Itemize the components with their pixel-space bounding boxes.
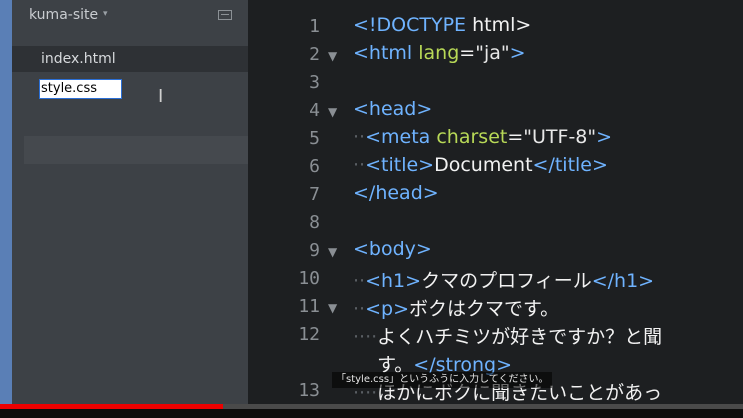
code-token: <h1> <box>365 270 422 292</box>
code-line[interactable]: 3 <box>248 69 743 97</box>
code-text: ····よくハチミツが好きですか？と聞 <box>353 322 662 349</box>
line-number: 11 <box>298 296 320 317</box>
line-number: 1 <box>309 16 320 37</box>
code-text: </head> <box>353 182 439 204</box>
file-item-index-html[interactable]: index.html <box>12 46 248 72</box>
code-token: lang <box>418 42 460 64</box>
code-token: "ja" <box>475 42 510 64</box>
project-dropdown-icon[interactable]: ▾ <box>103 9 108 19</box>
line-number: 12 <box>298 324 320 345</box>
project-header[interactable]: kuma-site ▾ <box>12 0 248 32</box>
code-text: <head> <box>353 98 432 120</box>
indent-guide: ···· <box>353 326 378 348</box>
code-line[interactable]: 1 <!DOCTYPE html> <box>248 13 743 41</box>
left-edge-strip <box>0 0 12 418</box>
empty-file-row <box>24 136 248 164</box>
code-token: "UTF-8" <box>523 126 597 148</box>
project-sidebar: kuma-site ▾ index.html style.css I <box>12 0 248 418</box>
code-token: </head> <box>353 182 439 204</box>
code-token: <!DOCTYPE <box>353 14 467 36</box>
line-number: 9 <box>309 240 320 261</box>
code-text: <!DOCTYPE html> <box>353 14 531 36</box>
code-token: charset <box>436 126 508 148</box>
collapse-sidebar-icon[interactable] <box>218 10 232 20</box>
code-line[interactable]: 7 </head> <box>248 181 743 209</box>
line-number: 4 <box>309 100 320 121</box>
line-number: 6 <box>309 156 320 177</box>
code-token: = <box>507 126 524 148</box>
code-token: </title> <box>532 154 608 176</box>
code-token: よくハチミツが好きですか？と聞 <box>377 326 663 348</box>
text-cursor-icon: I <box>158 86 164 107</box>
code-text: ··<p>ボクはクマです。 <box>353 294 559 321</box>
line-number: 2 <box>309 44 320 65</box>
code-text: ··<meta charset="UTF-8"> <box>353 126 612 148</box>
code-line[interactable]: 10 ··<h1>クマのプロフィール</h1> <box>248 265 743 293</box>
code-line[interactable]: 11 ▼ ··<p>ボクはクマです。 <box>248 293 743 321</box>
video-subtitle: 「style.css」というふうに入力してください。 <box>332 372 553 388</box>
rename-file-input[interactable]: style.css <box>39 79 122 99</box>
code-line[interactable]: 9 ▼ <body> <box>248 237 743 265</box>
fold-arrow-icon[interactable]: ▼ <box>328 245 337 259</box>
code-token: <meta <box>365 126 431 148</box>
indent-guide: ·· <box>353 126 366 148</box>
code-token: <body> <box>353 238 432 260</box>
code-line[interactable]: 12 ····よくハチミツが好きですか？と聞 <box>248 321 743 349</box>
code-text: <body> <box>353 238 432 260</box>
code-line[interactable]: 4 ▼ <head> <box>248 97 743 125</box>
code-token: <p> <box>365 298 409 320</box>
line-number: 13 <box>298 380 320 401</box>
code-token: <head> <box>353 98 433 120</box>
code-line[interactable]: 5 ··<meta charset="UTF-8"> <box>248 125 743 153</box>
code-token: > <box>509 42 526 64</box>
video-controls-bar <box>0 409 743 418</box>
fold-arrow-icon[interactable]: ▼ <box>328 49 337 63</box>
code-token: </h1> <box>591 270 655 292</box>
code-token: html> <box>466 14 532 36</box>
code-line[interactable]: 6 ··<title>Document</title> <box>248 153 743 181</box>
line-number: 10 <box>298 268 320 289</box>
code-token: <title> <box>365 154 435 176</box>
code-line[interactable]: 8 <box>248 209 743 237</box>
line-number: 5 <box>309 128 320 149</box>
line-number: 8 <box>309 212 320 233</box>
code-token: クマのプロフィール <box>421 270 592 292</box>
fold-arrow-icon[interactable]: ▼ <box>328 105 337 119</box>
code-token: = <box>459 42 476 64</box>
indent-guide: ·· <box>353 298 366 320</box>
code-line[interactable]: 2 ▼ <html lang="ja"> <box>248 41 743 69</box>
code-text: ··<title>Document</title> <box>353 154 608 176</box>
code-text: ··<h1>クマのプロフィール</h1> <box>353 266 654 293</box>
code-token: <html <box>353 42 413 64</box>
code-text: <html lang="ja"> <box>353 42 526 64</box>
fold-arrow-icon[interactable]: ▼ <box>328 301 337 315</box>
code-token: > <box>596 126 613 148</box>
code-editor[interactable]: 1 <!DOCTYPE html> 2 ▼ <html lang="ja"> 3 4 ▼ <he… <box>248 0 743 418</box>
code-token: Document <box>434 154 533 176</box>
indent-guide: ·· <box>353 154 366 176</box>
code-token: ボクはクマです。 <box>409 298 560 320</box>
project-name[interactable]: kuma-site <box>29 7 98 23</box>
line-number: 3 <box>309 72 320 93</box>
file-label: index.html <box>41 51 116 67</box>
line-number: 7 <box>309 184 320 205</box>
indent-guide: ·· <box>353 270 366 292</box>
